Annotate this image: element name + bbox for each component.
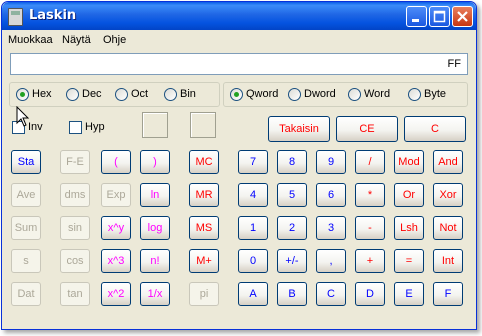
decimal-button[interactable]: , (316, 249, 346, 273)
xor-button[interactable]: Xor (433, 183, 463, 207)
equals-button[interactable]: = (394, 249, 424, 273)
int-button[interactable]: Int (433, 249, 463, 273)
hex-b-button[interactable]: B (277, 282, 307, 306)
digit-4-button[interactable]: 4 (238, 183, 268, 207)
sin-button[interactable]: sin (60, 216, 90, 240)
close-button[interactable] (452, 6, 473, 27)
clear-entry-button[interactable]: CE (336, 116, 398, 142)
radio-hex-circle (16, 88, 29, 101)
memory-recall-button[interactable]: MR (189, 183, 219, 207)
radio-qword-label: Qword (246, 88, 279, 100)
memory-indicator (190, 112, 216, 138)
clear-button[interactable]: C (404, 116, 466, 142)
add-button[interactable]: + (355, 249, 385, 273)
checkbox-inv-label: Inv (28, 121, 43, 133)
title-bar[interactable]: Laskin (2, 2, 476, 30)
log-button[interactable]: log (140, 216, 170, 240)
hex-d-button[interactable]: D (355, 282, 385, 306)
pi-button[interactable]: pi (189, 282, 219, 306)
radio-oct-circle (115, 88, 128, 101)
number-base-group: Hex Dec Oct Bin (9, 82, 220, 107)
memory-store-button[interactable]: MS (189, 216, 219, 240)
s-button[interactable]: s (11, 249, 41, 273)
digit-7-button[interactable]: 7 (238, 150, 268, 174)
menu-bar: Muokkaa Näytä Ohje (2, 30, 476, 50)
menu-nayta[interactable]: Näytä (62, 34, 91, 46)
radio-word-label: Word (364, 88, 391, 100)
divide-button[interactable]: / (355, 150, 385, 174)
lsh-button[interactable]: Lsh (394, 216, 424, 240)
maximize-icon (433, 10, 446, 23)
radio-byte-label: Byte (424, 88, 447, 100)
exp-button[interactable]: Exp (101, 183, 131, 207)
radio-hex-label: Hex (32, 88, 52, 100)
radio-dword-circle (288, 88, 301, 101)
radio-word-circle (348, 88, 361, 101)
word-size-group: Qword Dword Word Byte (223, 82, 468, 107)
calculator-icon (8, 8, 23, 26)
ave-button[interactable]: Ave (11, 183, 41, 207)
not-button[interactable]: Not (433, 216, 463, 240)
radio-oct-label: Oct (131, 88, 149, 100)
menu-muokkaa[interactable]: Muokkaa (8, 34, 53, 46)
multiply-button[interactable]: * (355, 183, 385, 207)
right-paren-button[interactable]: ) (140, 150, 170, 174)
reciprocal-button[interactable]: 1/x (140, 282, 170, 306)
radio-qword-circle (230, 88, 243, 101)
radio-dec-label: Dec (82, 88, 102, 100)
hex-e-button[interactable]: E (394, 282, 424, 306)
and-button[interactable]: And (433, 150, 463, 174)
hex-f-button[interactable]: F (433, 282, 463, 306)
subtract-button[interactable]: - (355, 216, 385, 240)
dat-button[interactable]: Dat (11, 282, 41, 306)
radio-bin-circle (164, 88, 177, 101)
digit-0-button[interactable]: 0 (238, 249, 268, 273)
x-pow-y-button[interactable]: x^y (101, 216, 131, 240)
radio-dec-circle (66, 88, 79, 101)
digit-9-button[interactable]: 9 (316, 150, 346, 174)
hex-a-button[interactable]: A (238, 282, 268, 306)
radio-byte-circle (408, 88, 421, 101)
close-icon (457, 11, 468, 22)
hex-c-button[interactable]: C (316, 282, 346, 306)
fe-button[interactable]: F-E (60, 150, 90, 174)
display-value: FF (447, 58, 461, 70)
digit-8-button[interactable]: 8 (277, 150, 307, 174)
sta-button[interactable]: Sta (11, 150, 41, 174)
digit-1-button[interactable]: 1 (238, 216, 268, 240)
parenthesis-indicator (142, 112, 168, 138)
x-cubed-button[interactable]: x^3 (101, 249, 131, 273)
display-field[interactable]: FF (10, 53, 468, 75)
radio-dword-label: Dword (304, 88, 336, 100)
memory-add-button[interactable]: M+ (189, 249, 219, 273)
sum-button[interactable]: Sum (11, 216, 41, 240)
digit-3-button[interactable]: 3 (316, 216, 346, 240)
radio-bin-label: Bin (180, 88, 196, 100)
mod-button[interactable]: Mod (394, 150, 424, 174)
dms-button[interactable]: dms (60, 183, 90, 207)
window-title: Laskin (29, 8, 77, 23)
or-button[interactable]: Or (394, 183, 424, 207)
checkbox-hyp-box (69, 121, 82, 134)
digit-2-button[interactable]: 2 (277, 216, 307, 240)
x-squared-button[interactable]: x^2 (101, 282, 131, 306)
ln-button[interactable]: ln (140, 183, 170, 207)
calculator-window: Laskin Muokkaa Näytä Ohje FF Hex Dec Oct… (1, 1, 477, 330)
cos-button[interactable]: cos (60, 249, 90, 273)
left-paren-button[interactable]: ( (101, 150, 131, 174)
digit-5-button[interactable]: 5 (277, 183, 307, 207)
memory-clear-button[interactable]: MC (189, 150, 219, 174)
menu-ohje[interactable]: Ohje (103, 34, 126, 46)
mouse-cursor-icon (16, 106, 30, 127)
negate-button[interactable]: +/- (277, 249, 307, 273)
maximize-button[interactable] (429, 6, 450, 27)
minimize-button[interactable] (406, 6, 427, 27)
backspace-button[interactable]: Takaisin (268, 116, 330, 142)
factorial-button[interactable]: n! (140, 249, 170, 273)
tan-button[interactable]: tan (60, 282, 90, 306)
digit-6-button[interactable]: 6 (316, 183, 346, 207)
checkbox-hyp-label: Hyp (85, 121, 105, 133)
minimize-icon (412, 19, 419, 22)
